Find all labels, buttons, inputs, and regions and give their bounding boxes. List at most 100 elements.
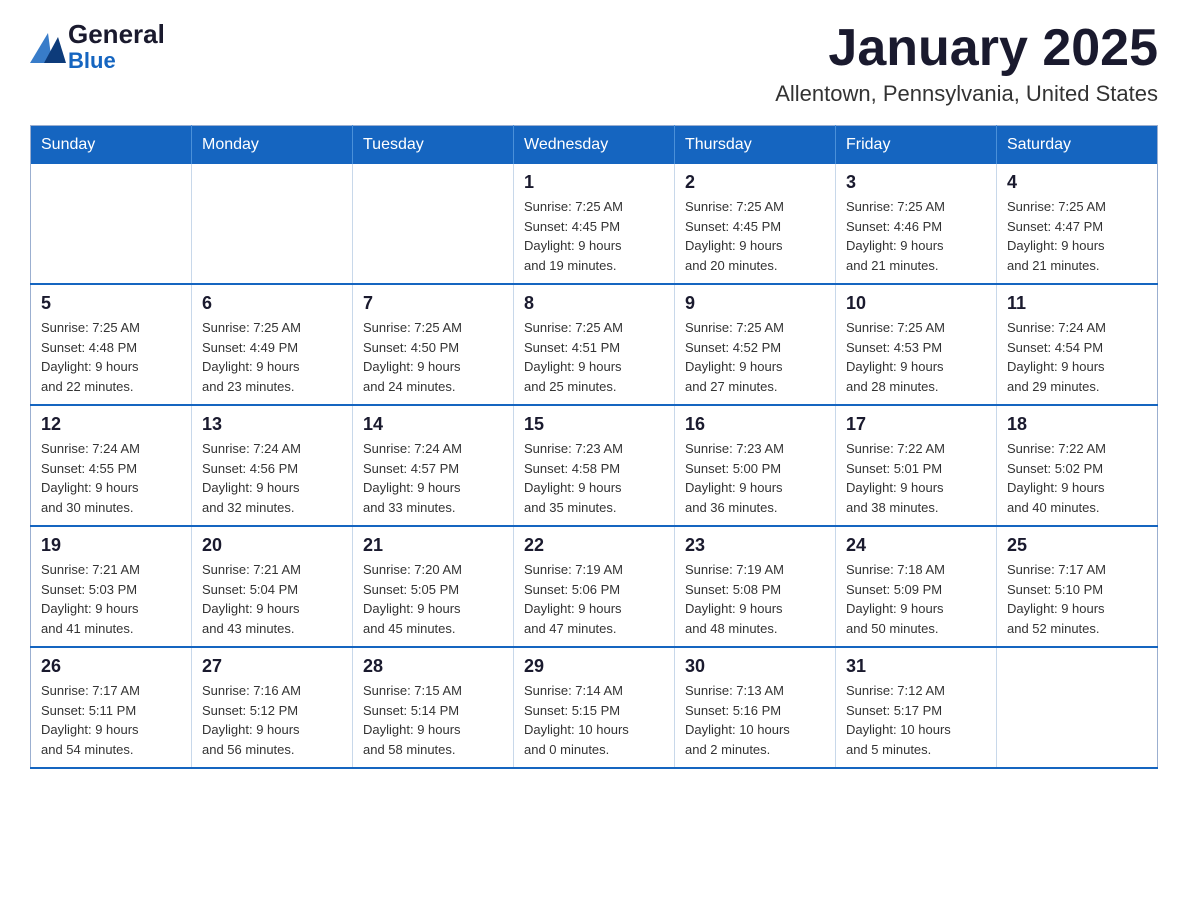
day-info: Sunrise: 7:24 AM Sunset: 4:57 PM Dayligh…	[363, 439, 503, 517]
week-row-3: 12 Sunrise: 7:24 AM Sunset: 4:55 PM Dayli…	[31, 405, 1158, 526]
day-number: 22	[524, 535, 664, 556]
day-number: 19	[41, 535, 181, 556]
day-number: 16	[685, 414, 825, 435]
day-number: 7	[363, 293, 503, 314]
calendar-cell	[997, 647, 1158, 768]
logo-blue-text: Blue	[68, 49, 165, 73]
day-info: Sunrise: 7:17 AM Sunset: 5:10 PM Dayligh…	[1007, 560, 1147, 638]
day-number: 5	[41, 293, 181, 314]
day-number: 31	[846, 656, 986, 677]
day-info: Sunrise: 7:25 AM Sunset: 4:46 PM Dayligh…	[846, 197, 986, 275]
day-number: 20	[202, 535, 342, 556]
header-day-wednesday: Wednesday	[514, 126, 675, 165]
day-number: 26	[41, 656, 181, 677]
calendar-cell: 13Sunrise: 7:24 AM Sunset: 4:56 PM Dayli…	[192, 405, 353, 526]
calendar-cell: 17 Sunrise: 7:22 AM Sunset: 5:01 PM Dayli…	[836, 405, 997, 526]
header-row: SundayMondayTuesdayWednesdayThursdayFrid…	[31, 126, 1158, 165]
day-info: Sunrise: 7:19 AM Sunset: 5:08 PM Dayligh…	[685, 560, 825, 638]
day-number: 15	[524, 414, 664, 435]
day-number: 2	[685, 172, 825, 193]
calendar-cell: 8 Sunrise: 7:25 AM Sunset: 4:51 PM Daylig…	[514, 284, 675, 405]
day-info: Sunrise: 7:22 AM Sunset: 5:01 PM Dayligh…	[846, 439, 986, 517]
calendar-cell: 24Sunrise: 7:18 AM Sunset: 5:09 PM Dayli…	[836, 526, 997, 647]
calendar-cell: 30 Sunrise: 7:13 AM Sunset: 5:16 PM Dayli…	[675, 647, 836, 768]
day-info: Sunrise: 7:21 AM Sunset: 5:04 PM Dayligh…	[202, 560, 342, 638]
calendar-cell	[353, 164, 514, 284]
logo-area: General Blue	[30, 20, 165, 73]
header-day-sunday: Sunday	[31, 126, 192, 165]
day-info: Sunrise: 7:25 AM Sunset: 4:45 PM Dayligh…	[685, 197, 825, 275]
day-number: 18	[1007, 414, 1147, 435]
header-day-monday: Monday	[192, 126, 353, 165]
day-info: Sunrise: 7:17 AM Sunset: 5:11 PM Dayligh…	[41, 681, 181, 759]
day-info: Sunrise: 7:25 AM Sunset: 4:50 PM Dayligh…	[363, 318, 503, 396]
day-number: 1	[524, 172, 664, 193]
day-info: Sunrise: 7:23 AM Sunset: 5:00 PM Dayligh…	[685, 439, 825, 517]
day-number: 4	[1007, 172, 1147, 193]
header-day-friday: Friday	[836, 126, 997, 165]
day-info: Sunrise: 7:19 AM Sunset: 5:06 PM Dayligh…	[524, 560, 664, 638]
day-info: Sunrise: 7:22 AM Sunset: 5:02 PM Dayligh…	[1007, 439, 1147, 517]
calendar-cell: 20 Sunrise: 7:21 AM Sunset: 5:04 PM Dayli…	[192, 526, 353, 647]
day-number: 23	[685, 535, 825, 556]
day-info: Sunrise: 7:18 AM Sunset: 5:09 PM Dayligh…	[846, 560, 986, 638]
calendar-cell: 18 Sunrise: 7:22 AM Sunset: 5:02 PM Dayli…	[997, 405, 1158, 526]
day-info: Sunrise: 7:25 AM Sunset: 4:51 PM Dayligh…	[524, 318, 664, 396]
day-info: Sunrise: 7:13 AM Sunset: 5:16 PM Dayligh…	[685, 681, 825, 759]
day-info: Sunrise: 7:24 AM Sunset: 4:55 PM Dayligh…	[41, 439, 181, 517]
calendar-cell: 27Sunrise: 7:16 AM Sunset: 5:12 PM Dayli…	[192, 647, 353, 768]
day-number: 10	[846, 293, 986, 314]
header-day-tuesday: Tuesday	[353, 126, 514, 165]
calendar-cell: 1 Sunrise: 7:25 AM Sunset: 4:45 PM Daylig…	[514, 164, 675, 284]
week-row-2: 5 Sunrise: 7:25 AM Sunset: 4:48 PM Daylig…	[31, 284, 1158, 405]
day-number: 28	[363, 656, 503, 677]
day-info: Sunrise: 7:23 AM Sunset: 4:58 PM Dayligh…	[524, 439, 664, 517]
logo: General Blue	[30, 20, 165, 73]
day-info: Sunrise: 7:21 AM Sunset: 5:03 PM Dayligh…	[41, 560, 181, 638]
day-number: 17	[846, 414, 986, 435]
day-info: Sunrise: 7:24 AM Sunset: 4:56 PM Dayligh…	[202, 439, 342, 517]
calendar-cell: 4Sunrise: 7:25 AM Sunset: 4:47 PM Daylig…	[997, 164, 1158, 284]
calendar-cell: 14 Sunrise: 7:24 AM Sunset: 4:57 PM Dayli…	[353, 405, 514, 526]
day-info: Sunrise: 7:25 AM Sunset: 4:52 PM Dayligh…	[685, 318, 825, 396]
day-info: Sunrise: 7:14 AM Sunset: 5:15 PM Dayligh…	[524, 681, 664, 759]
calendar-cell: 28 Sunrise: 7:15 AM Sunset: 5:14 PM Dayli…	[353, 647, 514, 768]
calendar-cell: 7 Sunrise: 7:25 AM Sunset: 4:50 PM Daylig…	[353, 284, 514, 405]
day-info: Sunrise: 7:25 AM Sunset: 4:53 PM Dayligh…	[846, 318, 986, 396]
calendar-cell: 15 Sunrise: 7:23 AM Sunset: 4:58 PM Dayli…	[514, 405, 675, 526]
day-number: 3	[846, 172, 986, 193]
day-number: 14	[363, 414, 503, 435]
logo-icon	[30, 27, 68, 65]
calendar-cell: 25Sunrise: 7:17 AM Sunset: 5:10 PM Dayli…	[997, 526, 1158, 647]
month-title: January 2025	[775, 20, 1158, 77]
day-number: 30	[685, 656, 825, 677]
day-number: 29	[524, 656, 664, 677]
day-info: Sunrise: 7:25 AM Sunset: 4:45 PM Dayligh…	[524, 197, 664, 275]
calendar-cell: 16 Sunrise: 7:23 AM Sunset: 5:00 PM Dayli…	[675, 405, 836, 526]
calendar-cell: 22 Sunrise: 7:19 AM Sunset: 5:06 PM Dayli…	[514, 526, 675, 647]
day-number: 8	[524, 293, 664, 314]
week-row-1: 1 Sunrise: 7:25 AM Sunset: 4:45 PM Daylig…	[31, 164, 1158, 284]
calendar-cell: 6Sunrise: 7:25 AM Sunset: 4:49 PM Daylig…	[192, 284, 353, 405]
calendar-cell: 5 Sunrise: 7:25 AM Sunset: 4:48 PM Daylig…	[31, 284, 192, 405]
week-row-5: 26 Sunrise: 7:17 AM Sunset: 5:11 PM Dayli…	[31, 647, 1158, 768]
calendar-cell	[192, 164, 353, 284]
calendar-cell: 26 Sunrise: 7:17 AM Sunset: 5:11 PM Dayli…	[31, 647, 192, 768]
day-number: 9	[685, 293, 825, 314]
calendar-header: SundayMondayTuesdayWednesdayThursdayFrid…	[31, 126, 1158, 165]
title-area: January 2025 Allentown, Pennsylvania, Un…	[775, 20, 1158, 107]
week-row-4: 19 Sunrise: 7:21 AM Sunset: 5:03 PM Dayli…	[31, 526, 1158, 647]
day-number: 11	[1007, 293, 1147, 314]
day-info: Sunrise: 7:24 AM Sunset: 4:54 PM Dayligh…	[1007, 318, 1147, 396]
day-info: Sunrise: 7:25 AM Sunset: 4:48 PM Dayligh…	[41, 318, 181, 396]
day-number: 12	[41, 414, 181, 435]
header-day-saturday: Saturday	[997, 126, 1158, 165]
calendar-cell: 2 Sunrise: 7:25 AM Sunset: 4:45 PM Daylig…	[675, 164, 836, 284]
day-number: 21	[363, 535, 503, 556]
calendar-cell	[31, 164, 192, 284]
calendar-cell: 10 Sunrise: 7:25 AM Sunset: 4:53 PM Dayli…	[836, 284, 997, 405]
day-info: Sunrise: 7:15 AM Sunset: 5:14 PM Dayligh…	[363, 681, 503, 759]
header-day-thursday: Thursday	[675, 126, 836, 165]
calendar-cell: 12 Sunrise: 7:24 AM Sunset: 4:55 PM Dayli…	[31, 405, 192, 526]
calendar-cell: 3 Sunrise: 7:25 AM Sunset: 4:46 PM Daylig…	[836, 164, 997, 284]
